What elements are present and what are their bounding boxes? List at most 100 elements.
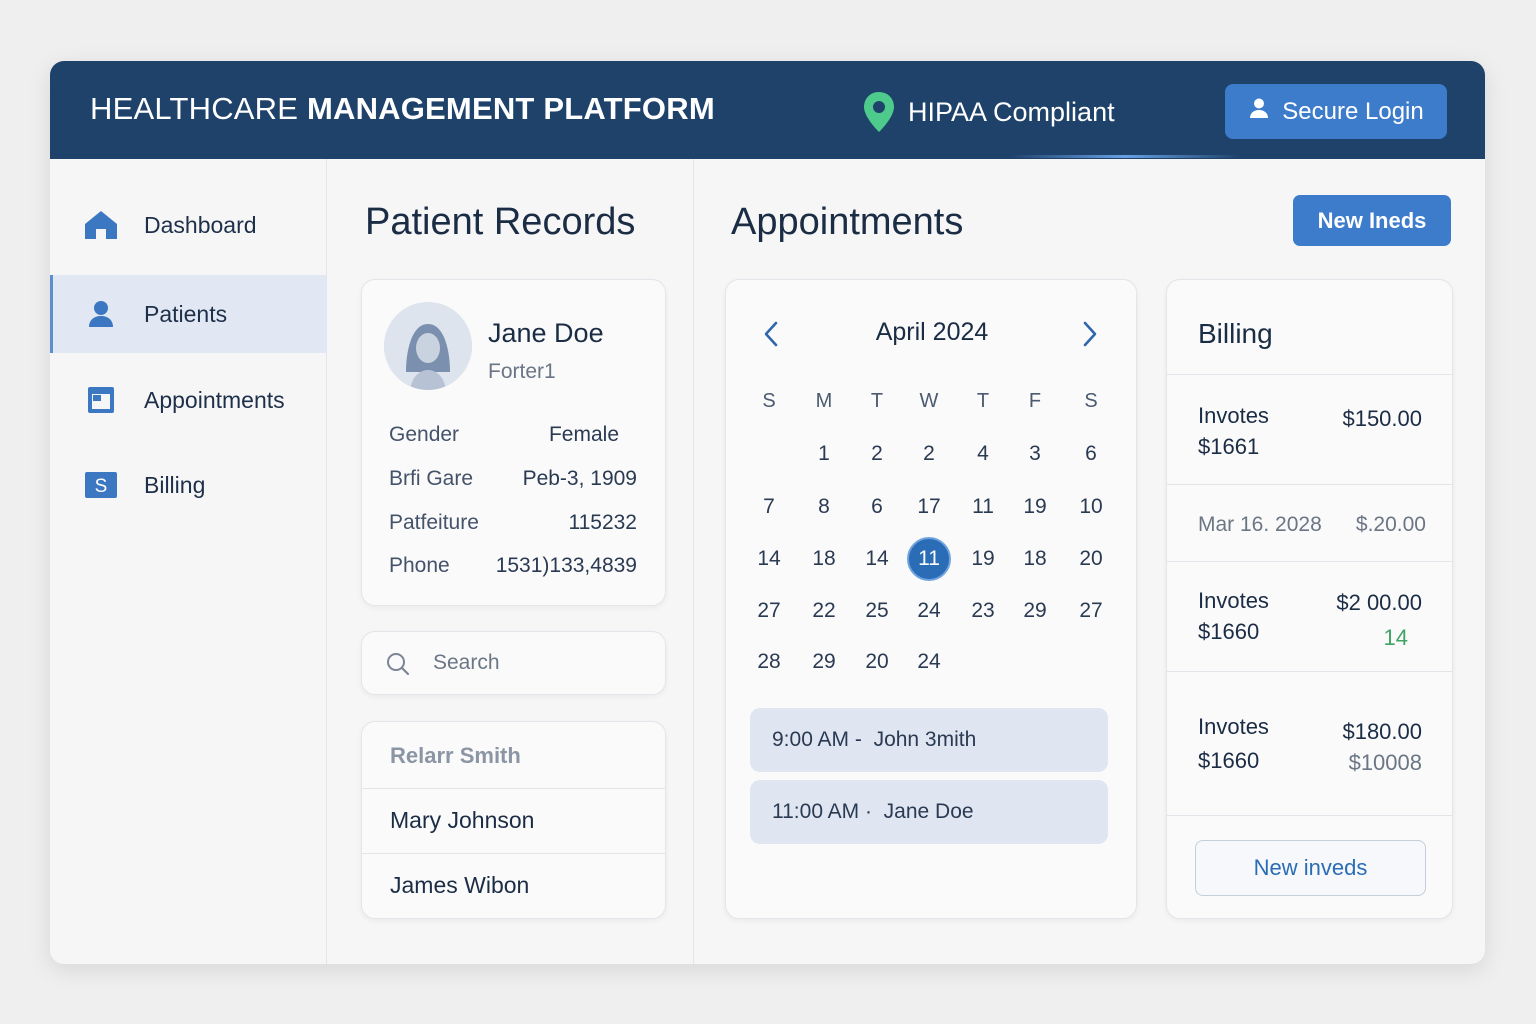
search-placeholder: Search [433, 651, 500, 674]
calendar-day[interactable]: 20 [855, 640, 899, 684]
field-label: Phone [389, 554, 450, 577]
field-label: Brfi Gare [389, 467, 474, 490]
invoice-amount: $2 00.00 [1336, 590, 1422, 615]
field-value: 1531)133,4839 [495, 554, 637, 577]
calendar-day[interactable]: 10 [1069, 485, 1113, 529]
hipaa-badge: HIPAA Compliant [862, 91, 1115, 133]
calendar-day[interactable]: 29 [1013, 589, 1057, 633]
calendar-weekday: T [870, 389, 884, 412]
search-input[interactable]: Search [361, 631, 666, 695]
calendar-day[interactable]: 2 [855, 432, 899, 476]
field-value: Female [548, 423, 619, 446]
calendar-day[interactable]: 8 [802, 485, 846, 529]
top-bar: HEALTHCARE MANAGEMENT PLATFORM HIPAA Com… [50, 61, 1485, 159]
calendar-weekday: M [815, 389, 833, 412]
sidebar-item-billing[interactable]: S Billing [50, 446, 327, 524]
invoice-title: Invotes [1198, 403, 1269, 428]
patient-profile-card: Jane Doe Forter1 Gender Female Brfi Gare… [361, 279, 666, 606]
field-label: Patfeiture [389, 511, 479, 534]
appointment-slot[interactable]: 9:00 AM - John 3mith [750, 708, 1108, 772]
calendar-day[interactable]: 23 [961, 589, 1005, 633]
calendar-day[interactable]: 20 [1069, 537, 1113, 581]
user-icon [1248, 97, 1270, 126]
new-appointment-button[interactable]: New Ineds [1293, 195, 1451, 246]
calendar-day[interactable]: 1 [802, 432, 846, 476]
calendar-day[interactable]: 17 [907, 485, 951, 529]
slot-time: 11:00 AM [772, 800, 860, 823]
home-icon [84, 208, 118, 242]
user-icon [84, 297, 118, 331]
calendar-weekday: S [1084, 389, 1098, 412]
invoice-amount: $180.00 [1342, 719, 1422, 744]
calendar-day[interactable]: 27 [1069, 589, 1113, 633]
calendar-day[interactable]: 2 [907, 432, 951, 476]
calendar-day[interactable]: 18 [1013, 537, 1057, 581]
calendar-day[interactable]: 19 [1013, 485, 1057, 529]
appointment-slot[interactable]: 11:00 AM · Jane Doe [750, 780, 1108, 844]
calendar-day-selected[interactable]: 11 [907, 537, 951, 581]
patient-field-row: Brfi Gare Peb-3, 1909 [389, 467, 637, 491]
appointments-panel: Appointments New Ineds April 2024 SMTWTF… [694, 159, 1485, 964]
invoice-row[interactable]: Mar 16. 2028 $.20.00 [1167, 484, 1452, 561]
invoice-row[interactable]: Invotes $1661 $150.00 [1167, 374, 1452, 484]
patient-subtitle: Forter1 [488, 360, 556, 383]
invoice-row[interactable]: Invotes $1660 $2 00.00 14 [1167, 561, 1452, 671]
sidebar-item-appointments[interactable]: Appointments [50, 361, 327, 439]
calendar-day[interactable]: 27 [747, 589, 791, 633]
calendar-day[interactable]: 28 [747, 640, 791, 684]
calendar-day[interactable]: 14 [747, 537, 791, 581]
billing-card: Billing Invotes $1661 $150.00 Mar 16. 20… [1166, 279, 1453, 919]
calendar-day[interactable]: 4 [961, 432, 1005, 476]
calendar-weekday: S [762, 389, 776, 412]
patient-field-row: Patfeiture 115232 [389, 511, 637, 535]
invoice-secondary-amount: $10008 [1348, 750, 1422, 775]
calendar-card: April 2024 S M T W T F S 1 2 2 4 3 6 7 8 6 17 11 19 10 14 18 1… [725, 279, 1137, 919]
sidebar-item-label: Billing [144, 471, 206, 498]
calendar-day[interactable]: 24 [907, 640, 951, 684]
slot-patient: Jane Doe [883, 800, 974, 823]
secure-login-label: Secure Login [1282, 97, 1424, 125]
calendar-day[interactable]: 29 [802, 640, 846, 684]
invoice-title: Invotes [1198, 714, 1269, 739]
calendar-day[interactable]: 19 [961, 537, 1005, 581]
invoice-number: $1660 [1198, 619, 1260, 644]
list-item[interactable]: Mary Johnson [362, 788, 666, 852]
patient-list: Relarr Smith Mary Johnson James Wibon [361, 721, 666, 919]
calendar-day[interactable]: 6 [855, 485, 899, 529]
calendar-day[interactable]: 6 [1069, 432, 1113, 476]
calendar-day[interactable]: 7 [747, 485, 791, 529]
search-icon [386, 652, 410, 681]
slot-patient: John 3mith [873, 728, 977, 751]
calendar-day[interactable]: 22 [802, 589, 846, 633]
calendar-day[interactable]: 24 [907, 589, 951, 633]
patient-records-panel: Patient Records Jane Doe Forter1 Gender … [327, 159, 694, 964]
slot-separator: · [859, 800, 884, 823]
calendar-day[interactable]: 25 [855, 589, 899, 633]
calendar-weekday: T [976, 389, 990, 412]
calendar-day[interactable]: 14 [855, 537, 899, 581]
avatar [384, 302, 472, 390]
invoice-number: $1661 [1198, 434, 1260, 459]
calendar-day[interactable]: 3 [1013, 432, 1057, 476]
location-pin-icon [862, 91, 896, 133]
slot-separator: - [849, 728, 874, 751]
sidebar-item-dashboard[interactable]: Dashboard [50, 186, 327, 264]
invoice-row[interactable]: Invotes $1660 $180.00 $10008 [1167, 671, 1452, 816]
new-invoice-button[interactable]: New inveds [1195, 840, 1426, 896]
chevron-right-icon[interactable] [1074, 318, 1106, 350]
sidebar-item-patients[interactable]: Patients [50, 275, 327, 353]
sidebar-item-label: Patients [144, 300, 228, 327]
app-window: HEALTHCARE MANAGEMENT PLATFORM HIPAA Com… [50, 61, 1485, 964]
patient-field-row: Gender Female [389, 423, 637, 447]
invoice-date: Mar 16. 2028 [1198, 513, 1322, 536]
calendar-day[interactable]: 11 [961, 485, 1005, 529]
calendar-day[interactable]: 18 [802, 537, 846, 581]
sidebar-item-label: Dashboard [144, 211, 257, 238]
header-glow [1010, 155, 1240, 158]
secure-login-button[interactable]: Secure Login [1225, 84, 1447, 139]
sidebar-item-label: Appointments [144, 386, 285, 413]
invoice-amount: $.20.00 [1355, 513, 1426, 536]
calendar-weekday: W [919, 389, 939, 412]
list-item[interactable]: Relarr Smith [362, 724, 666, 788]
list-item[interactable]: James Wibon [362, 853, 666, 917]
